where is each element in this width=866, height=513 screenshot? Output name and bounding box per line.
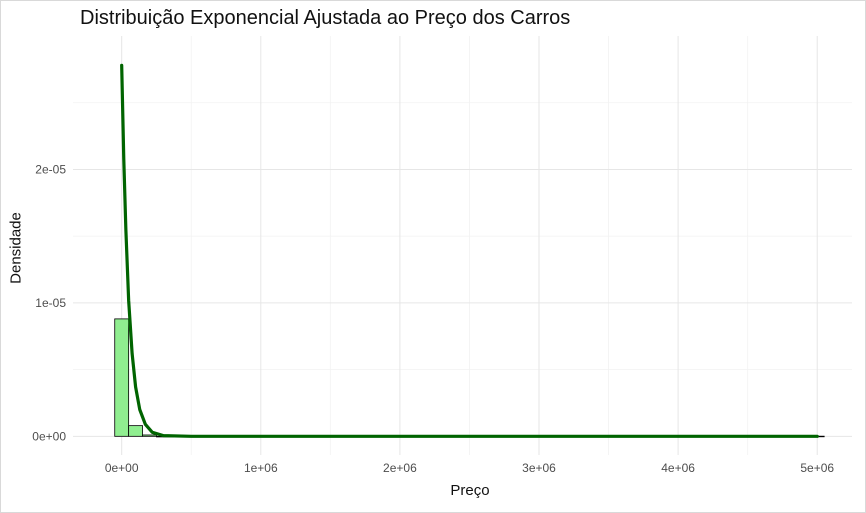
x-tick-label: 4e+06	[661, 461, 695, 475]
x-tick-label: 0e+00	[105, 461, 139, 475]
y-tick-label: 0e+00	[32, 429, 66, 443]
histogram-bar	[142, 434, 157, 437]
histogram-bar	[128, 425, 143, 437]
y-tick-label: 1e-05	[35, 296, 66, 310]
histogram-bar	[114, 318, 130, 437]
x-tick-label: 5e+06	[800, 461, 834, 475]
chart-plot: 0e+00 1e+06 2e+06 3e+06 4e+06 5e+06 0e+00 1e-05…	[32, 36, 852, 475]
y-tick-label: 2e-05	[35, 162, 66, 176]
axis-ticks: 0e+00 1e+06 2e+06 3e+06 4e+06 5e+06 0e+00 1e-05…	[32, 162, 834, 475]
x-tick-label: 2e+06	[383, 461, 417, 475]
grid-lines	[73, 36, 852, 455]
x-tick-label: 1e+06	[244, 461, 278, 475]
x-tick-label: 3e+06	[522, 461, 556, 475]
